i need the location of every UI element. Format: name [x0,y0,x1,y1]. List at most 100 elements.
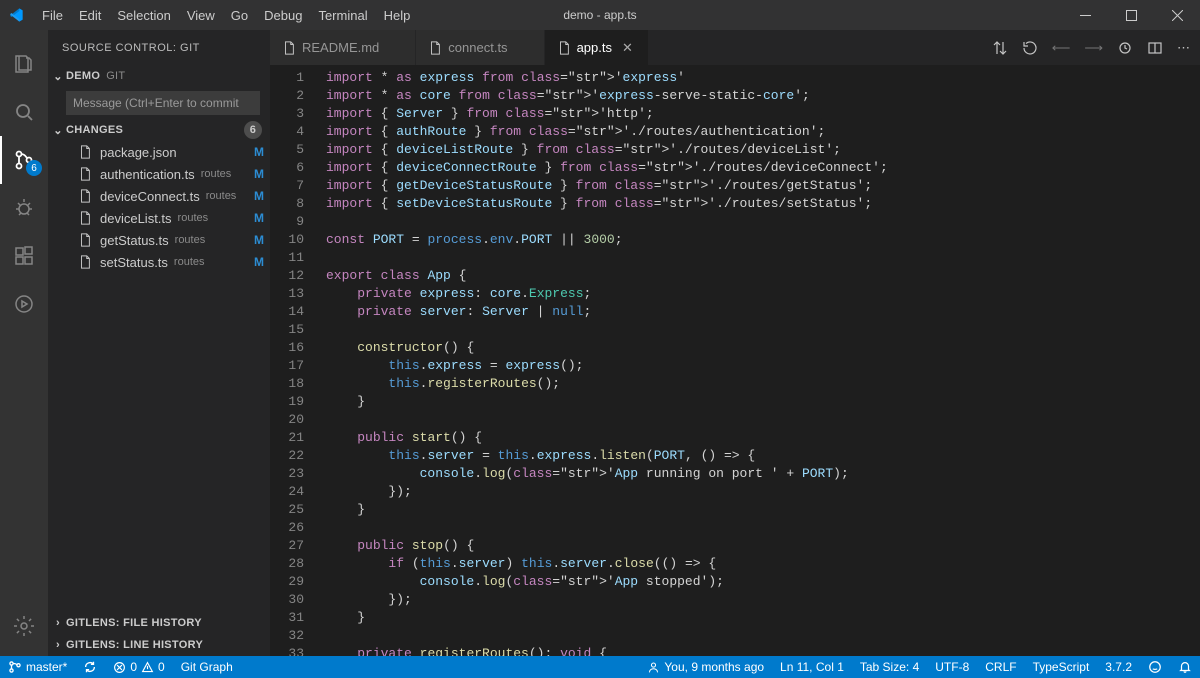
file-icon [282,41,296,55]
status-problems[interactable]: 0 0 [105,656,172,678]
editor-group: README.md✕connect.ts✕ app.ts ✕ ⟵ ⟶ ⋯ 12345… [270,30,1200,656]
changed-file[interactable]: deviceList.ts routes M [48,207,270,229]
code-content[interactable]: import * as express from class="str">'ex… [318,65,1200,656]
activity-liveshare[interactable] [0,280,48,328]
activity-search[interactable] [0,88,48,136]
menu-go[interactable]: Go [223,4,256,27]
status-encoding[interactable]: UTF-8 [927,660,977,674]
file-status: M [254,145,264,159]
file-dir: routes [201,168,232,180]
file-name: package.json [100,145,177,160]
next-change-icon[interactable]: ⟶ [1084,40,1103,56]
discard-icon[interactable] [1022,40,1038,56]
activity-explorer[interactable] [0,40,48,88]
file-name: deviceConnect.ts [100,189,200,204]
close-icon[interactable]: ✕ [622,40,636,56]
close-button[interactable] [1154,0,1200,30]
status-ts-version[interactable]: 3.7.2 [1097,660,1140,674]
gitlens-file-label: GITLENS: FILE HISTORY [66,617,202,629]
window-title: demo - app.ts [563,8,636,22]
changed-file[interactable]: package.json M [48,141,270,163]
file-icon [78,255,94,269]
tab-connect-ts[interactable]: connect.ts✕ [416,30,544,65]
file-status: M [254,189,264,203]
file-name: authentication.ts [100,167,195,182]
gitlens-file-history[interactable]: › GITLENS: FILE HISTORY [48,612,270,634]
status-bar: master* 0 0 Git Graph You, 9 months ago … [0,656,1200,678]
changed-file[interactable]: deviceConnect.tsroutesM [48,185,270,207]
file-dir: routes [174,256,205,268]
scm-header: SOURCE CONTROL: GIT [48,30,270,65]
activity-scm[interactable]: 6 [0,136,48,184]
code-area[interactable]: 1234567891011121314151617181920212223242… [270,65,1200,656]
changes-count-badge: 6 [244,121,262,139]
status-tabsize[interactable]: Tab Size: 4 [852,660,927,674]
menu-help[interactable]: Help [376,4,419,27]
activity-settings[interactable] [0,602,48,650]
compare-icon[interactable] [992,40,1008,56]
tab-README-md[interactable]: README.md✕ [270,30,416,65]
file-icon [78,211,94,225]
menubar: FileEditSelectionViewGoDebugTerminalHelp [34,4,418,27]
file-icon [78,145,94,159]
maximize-button[interactable] [1108,0,1154,30]
window-controls [1062,0,1200,30]
tab-app-ts[interactable]: app.ts ✕ [545,30,649,65]
file-dir: routes [178,212,209,224]
chevron-down-icon: ⌄ [50,70,66,83]
file-icon [428,41,442,55]
sidebar: SOURCE CONTROL: GIT ⌄ DEMO GIT ⌄ CHANGES… [48,30,270,656]
commit-message-input[interactable] [66,91,260,115]
menu-edit[interactable]: Edit [71,4,109,27]
status-lncol[interactable]: Ln 11, Col 1 [772,660,852,674]
menu-view[interactable]: View [179,4,223,27]
editor-actions: ⟵ ⟶ ⋯ [982,30,1200,65]
status-language[interactable]: TypeScript [1025,660,1098,674]
status-eol[interactable]: CRLF [977,660,1024,674]
file-icon [78,167,94,181]
activity-extensions[interactable] [0,232,48,280]
menu-terminal[interactable]: Terminal [310,4,375,27]
tabs-bar: README.md✕connect.ts✕ app.ts ✕ ⟵ ⟶ ⋯ [270,30,1200,65]
file-dir: routes [175,234,206,246]
status-blame[interactable]: You, 9 months ago [639,660,772,674]
status-sync[interactable] [75,656,105,678]
gitlens-line-label: GITLENS: LINE HISTORY [66,639,203,651]
chevron-right-icon: › [50,639,66,651]
status-bell[interactable] [1170,660,1200,674]
changes-list: package.json Mauthentication.ts routes Mdev… [48,141,270,273]
file-status: M [254,167,264,181]
scm-badge: 6 [26,160,42,176]
changes-header[interactable]: ⌄ CHANGES 6 [48,119,270,141]
file-name: getStatus.ts [100,233,169,248]
activity-debug[interactable] [0,184,48,232]
more-actions-icon[interactable]: ⋯ [1177,40,1190,56]
repo-header[interactable]: ⌄ DEMO GIT [48,65,270,87]
tab-label: connect.ts [448,40,507,55]
open-file-icon[interactable] [1117,40,1133,56]
chevron-right-icon: › [50,617,66,629]
vscode-logo-icon [8,7,24,23]
changed-file[interactable]: getStatus.ts routes M [48,229,270,251]
changed-file[interactable]: setStatus.tsroutesM [48,251,270,273]
menu-file[interactable]: File [34,4,71,27]
chevron-down-icon: ⌄ [50,124,66,137]
status-branch[interactable]: master* [0,656,75,678]
prev-change-icon[interactable]: ⟵ [1052,40,1071,56]
line-gutter: 1234567891011121314151617181920212223242… [270,65,318,656]
menu-selection[interactable]: Selection [109,4,178,27]
repo-provider: GIT [106,70,125,82]
tab-label: app.ts [577,40,612,55]
status-gitgraph[interactable]: Git Graph [173,656,241,678]
status-feedback[interactable] [1140,660,1170,674]
changed-file[interactable]: authentication.ts routes M [48,163,270,185]
minimize-button[interactable] [1062,0,1108,30]
menu-debug[interactable]: Debug [256,4,310,27]
split-editor-icon[interactable] [1147,40,1163,56]
commit-message-wrapper [66,91,260,115]
file-status: M [254,211,264,225]
file-status: M [254,255,264,269]
gitlens-line-history[interactable]: › GITLENS: LINE HISTORY [48,634,270,656]
file-name: deviceList.ts [100,211,172,226]
file-status: M [254,233,264,247]
